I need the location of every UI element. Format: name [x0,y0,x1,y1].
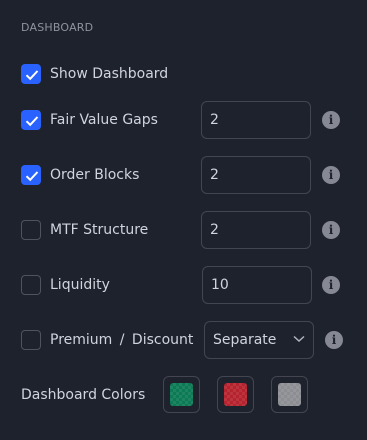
color-swatch-red[interactable] [217,376,254,413]
color-swatch-fill [278,383,301,406]
liquidity-row: Liquidity 10 i [21,266,367,304]
checkmark-icon [25,171,39,182]
fair-value-gaps-info-icon[interactable]: i [322,111,340,129]
liquidity-checkbox[interactable] [21,275,41,295]
mtf-structure-label: MTF Structure [50,222,149,238]
checkmark-icon [25,116,39,127]
show-dashboard-checkbox[interactable] [21,64,41,84]
order-blocks-label: Order Blocks [50,167,140,183]
liquidity-info-icon[interactable]: i [322,276,340,294]
fair-value-gaps-label: Fair Value Gaps [50,112,158,128]
liquidity-input[interactable]: 10 [202,266,312,304]
order-blocks-info-icon[interactable]: i [322,166,340,184]
dashboard-colors-label: Dashboard Colors [21,387,146,403]
color-swatch-gray[interactable] [271,376,308,413]
mtf-structure-info-icon[interactable]: i [322,221,340,239]
liquidity-label: Liquidity [50,277,110,293]
premium-discount-label: Premium / Discount [50,332,194,348]
order-blocks-row: Order Blocks 2 i [21,156,367,194]
premium-discount-checkbox[interactable] [21,330,41,350]
show-dashboard-row: Show Dashboard [21,55,367,93]
mtf-structure-checkbox[interactable] [21,220,41,240]
fair-value-gaps-row: Fair Value Gaps 2 i [21,101,367,139]
mtf-structure-row: MTF Structure 2 i [21,211,367,249]
color-swatch-fill [224,383,247,406]
premium-discount-select[interactable]: Separate [204,321,314,359]
color-swatch-fill [170,383,193,406]
chevron-down-icon [293,335,305,343]
dashboard-colors-row: Dashboard Colors [21,376,367,414]
premium-discount-info-icon[interactable]: i [325,331,343,349]
order-blocks-input[interactable]: 2 [201,156,311,194]
section-title: DASHBOARD [21,21,94,34]
color-swatch-green[interactable] [163,376,200,413]
show-dashboard-label: Show Dashboard [50,66,169,82]
premium-discount-select-value: Separate [213,332,277,348]
mtf-structure-input[interactable]: 2 [201,211,311,249]
premium-discount-row: Premium / Discount Separate i [21,321,367,359]
checkmark-icon [25,70,39,81]
fair-value-gaps-checkbox[interactable] [21,110,41,130]
fair-value-gaps-input[interactable]: 2 [201,101,311,139]
order-blocks-checkbox[interactable] [21,165,41,185]
